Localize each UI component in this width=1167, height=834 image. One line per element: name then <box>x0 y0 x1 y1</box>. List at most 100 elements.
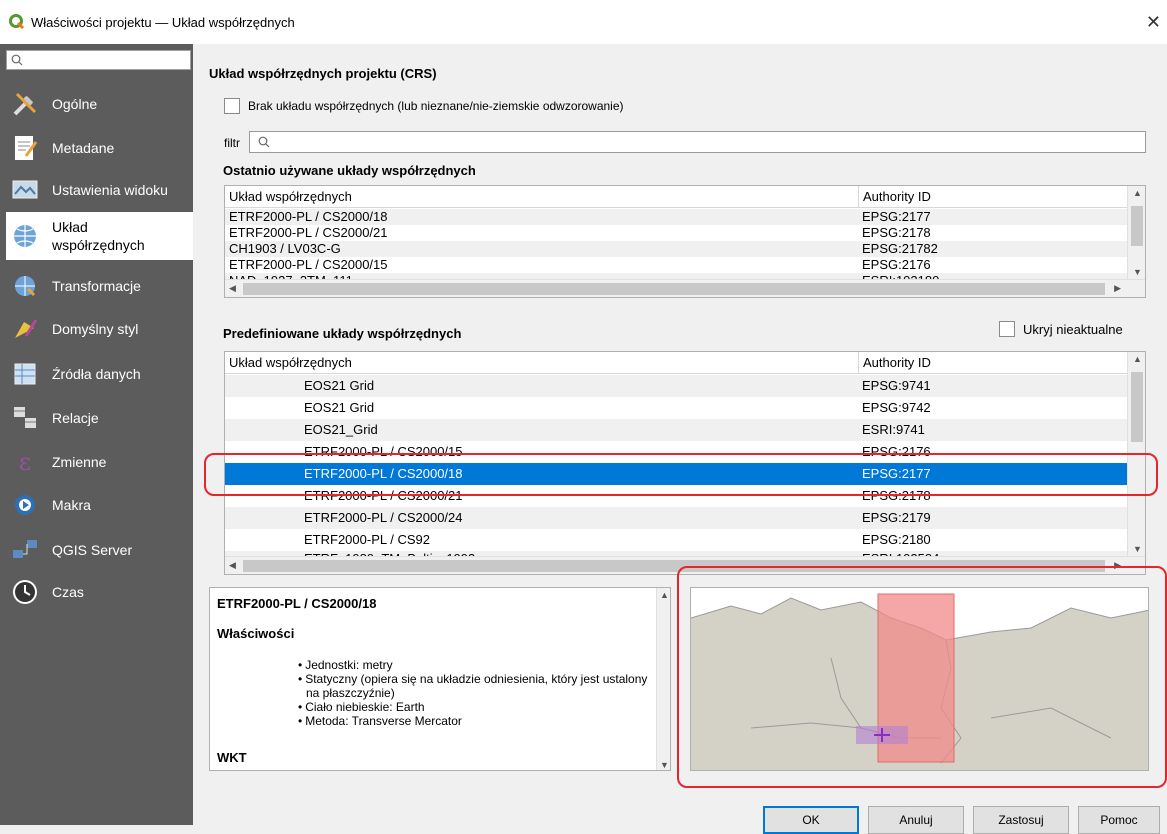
table-row[interactable]: CH1903 / LV03C-G EPSG:21782 <box>225 241 1127 257</box>
scroll-up-icon[interactable]: ▲ <box>660 590 669 600</box>
crs-name: ETRF2000-PL / CS2000/18 <box>229 209 388 224</box>
crs-name: ETRF2000-PL / CS2000/15 <box>229 257 388 272</box>
crs-group-title: Układ współrzędnych projektu (CRS) <box>209 66 437 81</box>
help-button[interactable]: Pomoc <box>1078 806 1160 834</box>
scroll-down-icon[interactable]: ▼ <box>1133 544 1142 554</box>
scroll-up-icon[interactable]: ▲ <box>1133 354 1142 364</box>
crs-authority-id: EPSG:21782 <box>862 241 938 256</box>
no-crs-label: Brak układu współrzędnych (lub nieznane/… <box>248 99 624 113</box>
crs-authority-id: EPSG:2178 <box>862 225 931 240</box>
property-item: Jednostki: metry <box>210 658 650 672</box>
sidebar-item-label: Zmienne <box>52 454 107 470</box>
sidebar-item-label: QGIS Server <box>52 542 133 558</box>
sidebar-item-label: Źródła danych <box>52 366 141 382</box>
filter-label: filtr <box>224 136 240 150</box>
globe-crs-icon <box>10 221 40 251</box>
sidebar-item-crs[interactable]: Układ współrzędnych <box>6 212 193 260</box>
property-item: Ciało niebieskie: Earth <box>210 700 650 714</box>
column-header-authority[interactable]: Authority ID <box>859 186 1127 207</box>
sidebar-item-data-sources[interactable]: Źródła danych <box>6 354 193 394</box>
server-icon <box>10 535 40 565</box>
sidebar-item-time[interactable]: Czas <box>6 572 193 612</box>
table-row[interactable]: ETRF2000-PL / CS2000/21 EPSG:2178 <box>225 225 1127 241</box>
property-item: Statyczny (opiera się na układzie odnies… <box>210 672 650 700</box>
sidebar-item-macros[interactable]: Makra <box>6 485 193 525</box>
qgis-logo-icon <box>9 14 25 30</box>
column-header-crs[interactable]: Układ współrzędnych <box>225 352 859 373</box>
sidebar-item-qgis-server[interactable]: QGIS Server <box>6 530 193 570</box>
window-title: Właściwości projektu — Układ współrzędny… <box>31 14 295 30</box>
map-highlight <box>677 566 1167 788</box>
table-row[interactable]: ETRF2000-PL / CS2000/15 EPSG:2176 <box>225 257 1127 273</box>
scroll-left-icon[interactable]: ◀ <box>229 560 236 571</box>
crs-authority-id: EPSG:2177 <box>862 209 931 224</box>
hide-deprecated-option[interactable]: Ukryj nieaktualne <box>999 321 1123 337</box>
table-row[interactable]: EOS21_Grid ESRI:9741 <box>225 419 1127 441</box>
tools-icon <box>10 89 40 119</box>
sidebar-item-default-style[interactable]: Domyślny styl <box>6 309 193 349</box>
sidebar-item-transformations[interactable]: Transformacje <box>6 266 193 306</box>
sidebar-item-metadata[interactable]: Metadane <box>6 128 193 168</box>
apply-button[interactable]: Zastosuj <box>973 806 1069 834</box>
crs-name: EOS21_Grid <box>304 422 378 437</box>
details-crs-name: ETRF2000-PL / CS2000/18 <box>217 596 377 611</box>
crs-authority-id: EPSG:9742 <box>862 400 931 415</box>
search-icon <box>258 136 270 148</box>
table-row[interactable]: ETRF2000-PL / CS92 EPSG:2180 <box>225 529 1127 551</box>
variables-icon: ε <box>18 448 32 476</box>
recent-vertical-scrollbar[interactable]: ▲ ▼ <box>1127 186 1145 279</box>
table-header: Układ współrzędnych Authority ID <box>225 186 1127 208</box>
close-icon[interactable]: ✕ <box>1146 12 1161 33</box>
scroll-right-icon[interactable]: ▶ <box>1114 283 1121 294</box>
sidebar-search-input[interactable] <box>6 50 191 70</box>
scroll-thumb[interactable] <box>1131 206 1143 246</box>
crs-name: ETRF2000-PL / CS2000/21 <box>229 225 388 240</box>
metadata-icon <box>10 133 40 163</box>
table-row[interactable]: ETRF2000-PL / CS2000/24 EPSG:2179 <box>225 507 1127 529</box>
column-header-authority[interactable]: Authority ID <box>859 352 1127 373</box>
scroll-up-icon[interactable]: ▲ <box>1133 188 1142 198</box>
crs-authority-id: EPSG:2179 <box>862 510 931 525</box>
recent-horizontal-scrollbar[interactable]: ◀ ▶ <box>225 279 1145 297</box>
sidebar-item-general[interactable]: Ogólne <box>6 84 193 124</box>
sidebar-item-label: Makra <box>52 497 91 513</box>
scroll-thumb[interactable] <box>1131 372 1143 442</box>
crs-panel: Układ współrzędnych projektu (CRS) Brak … <box>193 44 1167 834</box>
selected-row-highlight <box>204 453 1158 496</box>
details-properties-list: Jednostki: metry Statyczny (opiera się n… <box>210 658 650 728</box>
no-crs-option[interactable]: Brak układu współrzędnych (lub nieznane/… <box>224 98 624 114</box>
crs-name: EOS21 Grid <box>304 378 375 393</box>
hide-deprecated-label: Ukryj nieaktualne <box>1023 321 1123 337</box>
sidebar-item-relations[interactable]: Relacje <box>6 398 193 438</box>
table-row[interactable]: EOS21 Grid EPSG:9741 <box>225 375 1127 397</box>
sidebar-item-label: Układ współrzędnych <box>52 219 145 253</box>
details-properties-title: Właściwości <box>217 626 295 641</box>
sidebar-item-label: Czas <box>52 584 84 600</box>
cancel-button[interactable]: Anuluj <box>868 806 964 834</box>
sidebar-item-variables[interactable]: ε Zmienne <box>6 442 193 482</box>
filter-input[interactable] <box>249 131 1146 153</box>
crs-authority-id: EPSG:2180 <box>862 532 931 547</box>
ok-button[interactable]: OK <box>763 806 859 834</box>
sidebar: Ogólne Metadane Ustawienia widoku Układ … <box>0 44 193 825</box>
data-sources-icon <box>10 359 40 389</box>
details-wkt-title: WKT <box>217 750 247 765</box>
view-settings-icon <box>10 175 40 205</box>
column-header-crs[interactable]: Układ współrzędnych <box>225 186 859 207</box>
scroll-down-icon[interactable]: ▼ <box>660 760 669 770</box>
table-row[interactable]: ETRF2000-PL / CS2000/18 EPSG:2177 <box>225 209 1127 225</box>
search-icon <box>11 54 23 66</box>
hide-deprecated-checkbox[interactable] <box>999 321 1015 337</box>
property-item: Metoda: Transverse Mercator <box>210 714 650 728</box>
crs-name: CH1903 / LV03C-G <box>229 241 341 256</box>
table-header: Układ współrzędnych Authority ID <box>225 352 1127 374</box>
scroll-thumb[interactable] <box>243 283 1105 295</box>
table-row[interactable]: EOS21 Grid EPSG:9742 <box>225 397 1127 419</box>
clock-icon <box>10 577 40 607</box>
scroll-down-icon[interactable]: ▼ <box>1133 267 1142 277</box>
sidebar-item-view-settings[interactable]: Ustawienia widoku <box>6 170 193 210</box>
scroll-left-icon[interactable]: ◀ <box>229 283 236 294</box>
no-crs-checkbox[interactable] <box>224 98 240 114</box>
details-vertical-scrollbar[interactable]: ▲ ▼ <box>656 588 670 770</box>
sidebar-item-label: Metadane <box>52 140 115 156</box>
